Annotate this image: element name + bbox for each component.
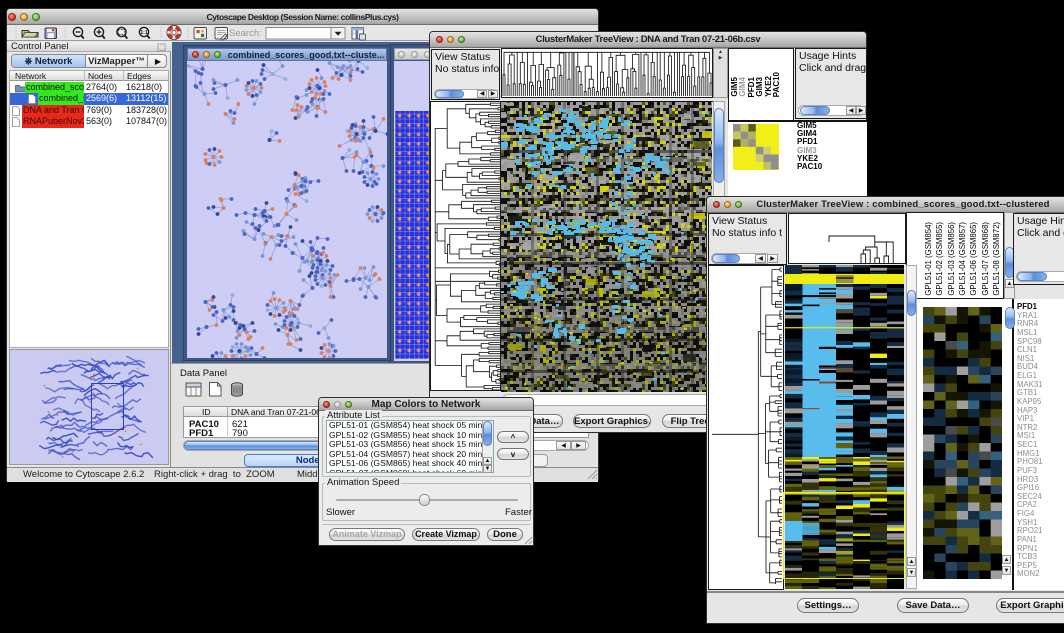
svg-text:Search:: Search: (229, 28, 262, 39)
svg-text:1:1: 1:1 (140, 30, 147, 36)
